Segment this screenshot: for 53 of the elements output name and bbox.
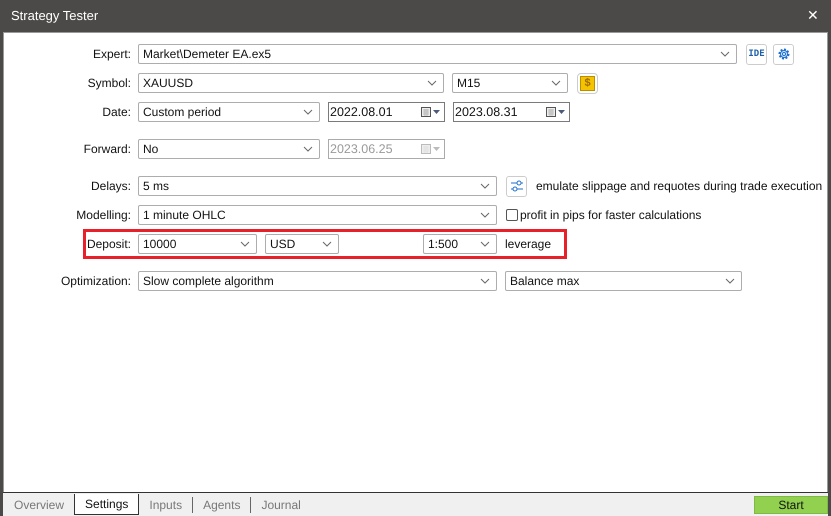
window-title: Strategy Tester <box>11 8 98 22</box>
leverage-label: leverage <box>505 237 552 251</box>
date-field[interactable]: 2023.08.31 <box>453 102 570 122</box>
field-label: Date: <box>101 105 131 119</box>
optimization-dropdown[interactable]: Slow complete algorithm <box>138 271 497 291</box>
tab[interactable]: Overview <box>4 497 74 513</box>
ide-button[interactable]: IDE <box>746 44 767 64</box>
chevron-down-icon <box>480 212 490 218</box>
chevron-down-icon <box>303 146 313 152</box>
field-label: Symbol: <box>86 76 131 90</box>
sliders-icon <box>510 180 524 192</box>
date-range-dropdown[interactable]: Custom period <box>138 102 320 122</box>
field-label: Expert: <box>92 47 131 61</box>
chevron-down-icon <box>322 241 332 247</box>
deposit-dropdown[interactable]: 10000 <box>138 234 257 254</box>
close-button[interactable]: ✕ <box>805 7 821 23</box>
slippage-button[interactable] <box>506 176 527 196</box>
tab[interactable]: Journal <box>250 497 311 513</box>
settings-icon <box>776 47 790 61</box>
calendar-icon[interactable] <box>421 106 441 118</box>
field-label: Forward: <box>82 142 131 156</box>
chevron-down-icon <box>240 241 250 247</box>
delays-dropdown[interactable]: 5 ms <box>138 176 497 196</box>
criterion-dropdown[interactable]: Balance max <box>505 271 742 291</box>
tab[interactable]: Agents <box>192 497 250 513</box>
field-label: Optimization: <box>60 274 131 288</box>
chevron-down-icon <box>480 241 490 247</box>
modelling-dropdown[interactable]: 1 minute OHLC <box>138 205 497 225</box>
chevron-down-icon <box>303 109 313 115</box>
tab[interactable]: Settings <box>74 494 140 515</box>
slippage-note: emulate slippage and requotes during trade execution <box>536 179 822 193</box>
symbol-dropdown[interactable]: XAUUSD <box>138 73 444 93</box>
field-label: Deposit: <box>86 237 131 251</box>
settings-button[interactable] <box>773 44 794 64</box>
chevron-down-icon <box>551 80 561 86</box>
forward-dropdown[interactable]: No <box>138 139 320 159</box>
field-label: Delays: <box>90 179 131 193</box>
calendar-icon[interactable] <box>546 106 566 118</box>
checkbox-label: profit in pips for faster calculations <box>520 208 702 222</box>
chevron-down-icon <box>480 183 490 189</box>
checkbox[interactable] <box>506 209 518 221</box>
chevron-down-icon <box>480 278 490 284</box>
field-label: Modelling: <box>75 208 131 222</box>
expert-dropdown[interactable]: Market\Demeter EA.ex5 <box>138 44 737 64</box>
currency-dropdown[interactable]: USD <box>265 234 339 254</box>
chevron-down-icon <box>427 80 437 86</box>
start-button[interactable]: Start <box>754 496 828 514</box>
date-field[interactable]: 2022.08.01 <box>328 102 445 122</box>
chevron-down-icon <box>725 278 735 284</box>
timeframe-dropdown[interactable]: M15 <box>452 73 568 93</box>
tab[interactable]: Inputs <box>139 497 192 513</box>
chevron-down-icon <box>720 51 730 57</box>
leverage-dropdown[interactable]: 1:500 <box>423 234 497 254</box>
